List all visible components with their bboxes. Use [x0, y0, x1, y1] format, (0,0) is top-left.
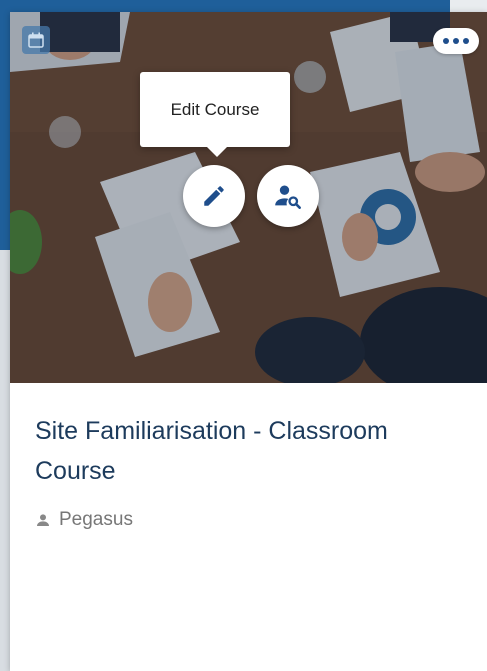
- more-horizontal-icon: [443, 38, 449, 44]
- owner-name: Pegasus: [59, 509, 133, 530]
- more-dot: [463, 38, 469, 44]
- card-body: Site Familiarisation - Classroom Course …: [10, 383, 487, 671]
- calendar-icon: [22, 26, 50, 54]
- more-options-button[interactable]: [433, 28, 479, 54]
- edit-course-tooltip: Edit Course: [140, 72, 290, 157]
- image-overlay: [10, 12, 487, 383]
- pencil-icon: [204, 186, 224, 206]
- course-thumbnail: Edit Course: [10, 12, 487, 383]
- edit-course-button[interactable]: [183, 165, 245, 227]
- course-card[interactable]: Edit Course Site Familiarisation - Class…: [10, 12, 487, 671]
- more-dot: [453, 38, 459, 44]
- user-search-icon: [275, 185, 301, 209]
- course-owner: Pegasus: [35, 509, 462, 531]
- view-enrolled-users-button[interactable]: [257, 165, 319, 227]
- person-icon: [37, 514, 49, 526]
- course-title[interactable]: Site Familiarisation - Classroom Course: [35, 411, 455, 491]
